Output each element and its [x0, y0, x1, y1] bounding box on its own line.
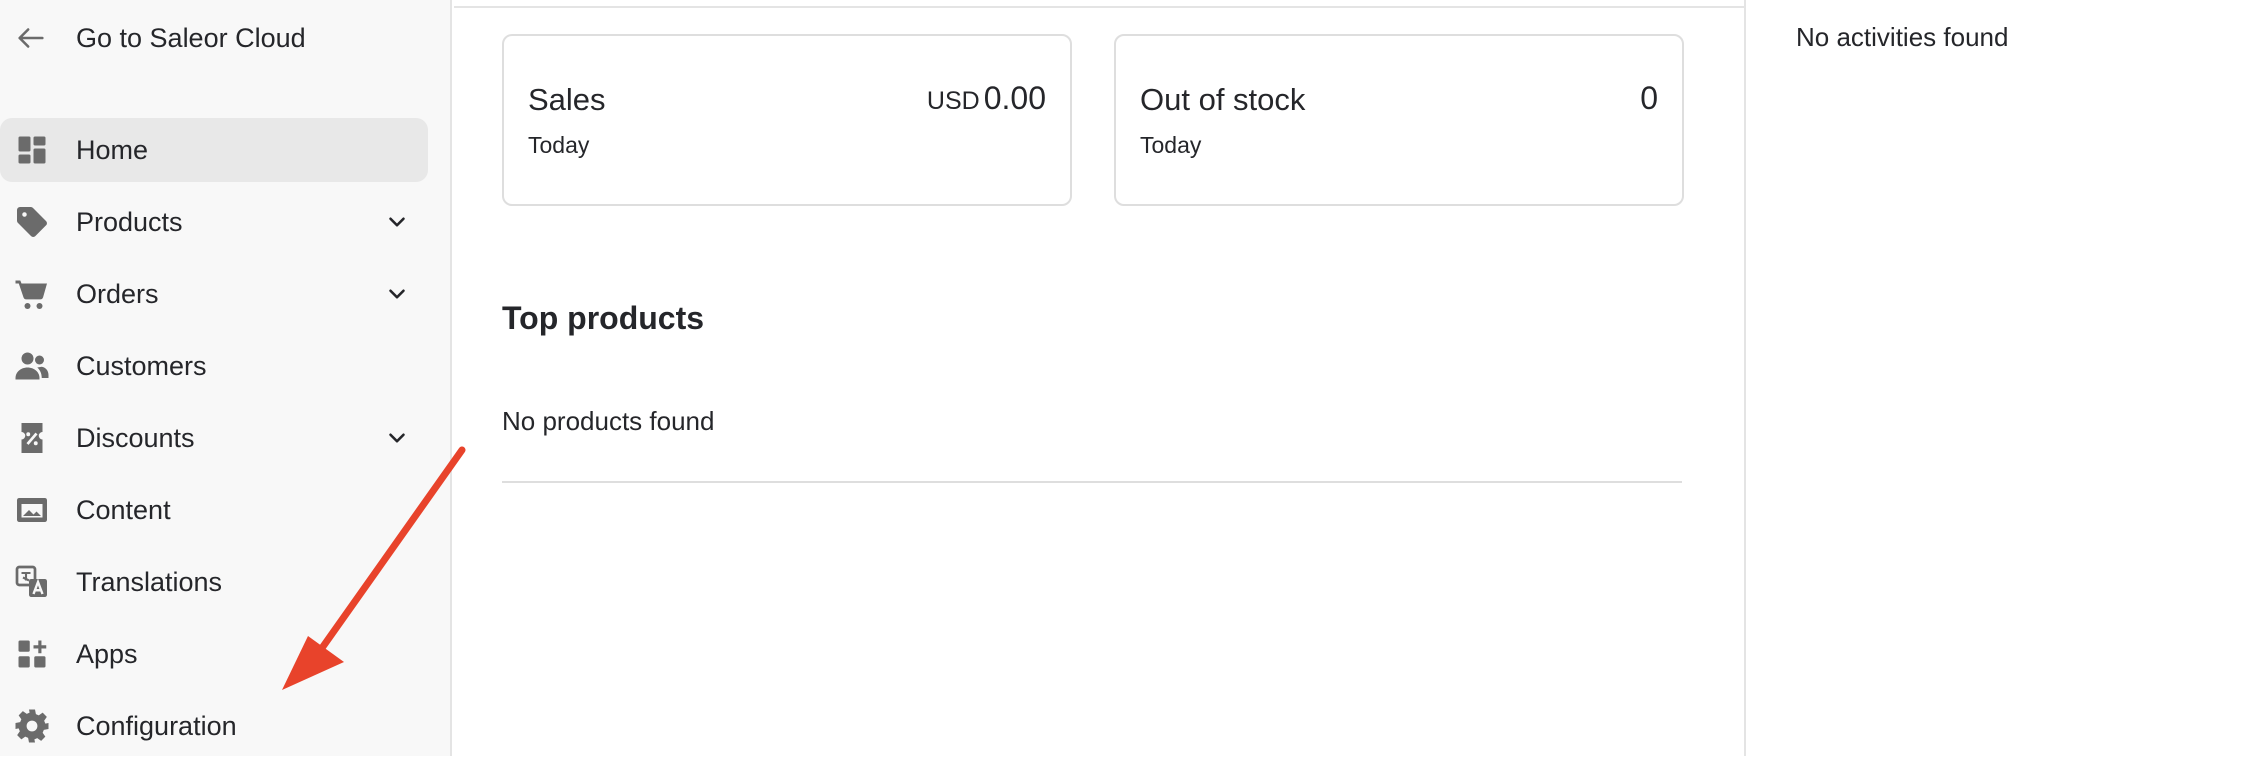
chevron-down-icon[interactable] — [384, 281, 410, 307]
sidebar-item-label: Customers — [76, 350, 207, 381]
discount-ticket-icon — [14, 420, 50, 456]
card-subtitle: Today — [1140, 132, 1202, 158]
sidebar-item-label: Content — [76, 494, 171, 525]
arrow-left-icon — [18, 28, 44, 48]
section-divider — [502, 481, 1682, 483]
card-title: Sales — [528, 82, 606, 117]
sidebar-item-orders[interactable]: Orders — [0, 262, 428, 326]
tag-icon — [14, 204, 50, 240]
annotation-arrow-icon — [282, 446, 466, 690]
card-title: Out of stock — [1140, 82, 1306, 117]
sidebar-item-configuration[interactable]: Configuration — [0, 694, 428, 758]
back-link-label: Go to Saleor Cloud — [76, 22, 306, 53]
dashboard-icon — [14, 132, 50, 168]
sidebar-item-label: Home — [76, 134, 149, 165]
sidebar-item-label: Products — [76, 206, 183, 237]
sidebar-item-home[interactable]: Home — [0, 118, 428, 182]
translate-icon — [14, 564, 50, 600]
apps-grid-plus-icon — [14, 636, 50, 672]
card-subtitle: Today — [528, 132, 590, 158]
card-value: USD 0.00 — [927, 80, 1046, 117]
sidebar-item-label: Configuration — [76, 710, 237, 741]
go-to-saleor-cloud-link[interactable]: Go to Saleor Cloud — [14, 14, 306, 62]
top-products-empty-text: No products found — [502, 406, 715, 436]
content-icon — [14, 492, 50, 528]
out-of-stock-card: Out of stock Today 0 — [1114, 34, 1684, 206]
users-icon — [14, 348, 50, 384]
sidebar-item-label: Orders — [76, 278, 159, 309]
sidebar-item-label: Translations — [76, 566, 223, 597]
card-value: 0 — [1640, 80, 1658, 117]
top-products-title: Top products — [502, 300, 705, 336]
card-amount: 0.00 — [983, 80, 1046, 116]
sidebar-item-products[interactable]: Products — [0, 190, 428, 254]
dashboard-main: Sales Today USD 0.00 Out of stock Today … — [454, 0, 1746, 756]
sidebar-item-customers[interactable]: Customers — [0, 334, 428, 398]
top-divider — [454, 0, 1744, 8]
cart-icon — [14, 276, 50, 312]
card-amount: 0 — [1640, 80, 1658, 116]
card-currency: USD — [926, 87, 980, 115]
sidebar-item-label: Discounts — [76, 422, 195, 453]
sidebar-item-label: Apps — [76, 638, 138, 669]
sales-card: Sales Today USD 0.00 — [502, 34, 1072, 206]
gear-icon — [14, 708, 50, 744]
chevron-down-icon[interactable] — [384, 209, 410, 235]
activity-empty-text: No activities found — [1796, 22, 2009, 52]
